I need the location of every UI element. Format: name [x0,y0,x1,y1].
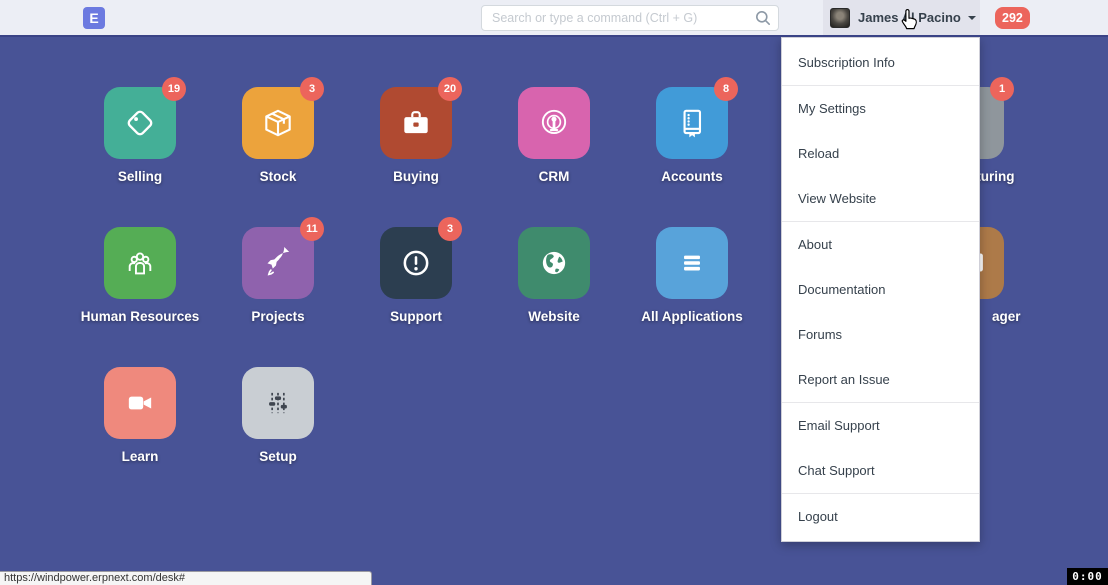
module-setup[interactable]: Setup [242,367,314,439]
globe-icon [537,246,571,280]
all-applications-tile[interactable] [656,227,728,299]
menu-item-chat-support[interactable]: Chat Support [782,448,979,493]
recording-timer: 0:00 [1067,568,1108,585]
setup-tile[interactable] [242,367,314,439]
erpnext-desk: { "navbar": { "logo_text": "E", "search"… [0,0,1108,585]
buying-tile[interactable]: 20 [380,87,452,159]
menu-icon [675,246,709,280]
box-icon [261,106,295,140]
module-crm[interactable]: CRM [518,87,590,159]
website-tile[interactable] [518,227,590,299]
user-avatar [830,8,850,28]
accounts-tile[interactable]: 8 [656,87,728,159]
module-support[interactable]: 3 Support [380,227,452,299]
tag-icon [123,106,157,140]
menu-item-email-support[interactable]: Email Support [782,403,979,448]
setup-label: Setup [259,449,297,464]
module-buying[interactable]: 20 Buying [380,87,452,159]
website-label: Website [528,309,580,324]
search-icon[interactable] [755,10,771,26]
sliders-icon [261,386,295,420]
buying-label: Buying [393,169,439,184]
notification-count-badge[interactable]: 292 [995,7,1030,29]
menu-item-about[interactable]: About [782,222,979,267]
menu-item-logout[interactable]: Logout [782,494,979,539]
app-logo[interactable]: E [83,7,105,29]
human-resources-label: Human Resources [81,309,200,324]
podcast-icon [537,106,571,140]
support-badge: 3 [438,217,462,241]
menu-item-forums[interactable]: Forums [782,312,979,357]
menu-item-my-settings[interactable]: My Settings [782,86,979,131]
global-search [481,5,779,31]
all-applications-label: All Applications [641,309,743,324]
menu-item-view-website[interactable]: View Website [782,176,979,221]
manufacturing-badge: 1 [990,77,1014,101]
module-human-resources[interactable]: Human Resources [104,227,176,299]
menu-item-report-an-issue[interactable]: Report an Issue [782,357,979,402]
selling-badge: 19 [162,77,186,101]
video-camera-icon [123,386,157,420]
crm-label: CRM [539,169,570,184]
stock-label: Stock [260,169,297,184]
selling-label: Selling [118,169,162,184]
stock-badge: 3 [300,77,324,101]
projects-badge: 11 [300,217,324,241]
learn-label: Learn [122,449,159,464]
accounts-badge: 8 [714,77,738,101]
module-stock[interactable]: 3 Stock [242,87,314,159]
search-input[interactable] [481,5,779,31]
module-projects[interactable]: 11 Projects [242,227,314,299]
crm-tile[interactable] [518,87,590,159]
buying-badge: 20 [438,77,462,101]
menu-item-documentation[interactable]: Documentation [782,267,979,312]
accounts-label: Accounts [661,169,723,184]
projects-label: Projects [251,309,304,324]
module-all-applications[interactable]: All Applications [656,227,728,299]
menu-item-reload[interactable]: Reload [782,131,979,176]
projects-tile[interactable]: 11 [242,227,314,299]
alert-circle-icon [399,246,433,280]
navbar: E James Al Pacino 292 [0,0,1108,37]
partial-ager-label: ager [992,309,1021,324]
module-selling[interactable]: 19 Selling [104,87,176,159]
people-icon [123,246,157,280]
selling-tile[interactable]: 19 [104,87,176,159]
support-label: Support [390,309,442,324]
user-menu-button[interactable]: James Al Pacino [823,0,980,35]
menu-item-subscription-info[interactable]: Subscription Info [782,40,979,85]
user-name: James Al Pacino [858,10,961,25]
module-accounts[interactable]: 8 Accounts [656,87,728,159]
status-url: https://windpower.erpnext.com/desk# [0,571,372,585]
rocket-icon [261,246,295,280]
human-resources-tile[interactable] [104,227,176,299]
module-learn[interactable]: Learn [104,367,176,439]
learn-tile[interactable] [104,367,176,439]
user-dropdown-menu: Subscription Info My Settings Reload Vie… [781,37,980,542]
briefcase-icon [399,106,433,140]
support-tile[interactable]: 3 [380,227,452,299]
book-icon [675,106,709,140]
stock-tile[interactable]: 3 [242,87,314,159]
module-website[interactable]: Website [518,227,590,299]
chevron-down-icon [968,16,976,20]
